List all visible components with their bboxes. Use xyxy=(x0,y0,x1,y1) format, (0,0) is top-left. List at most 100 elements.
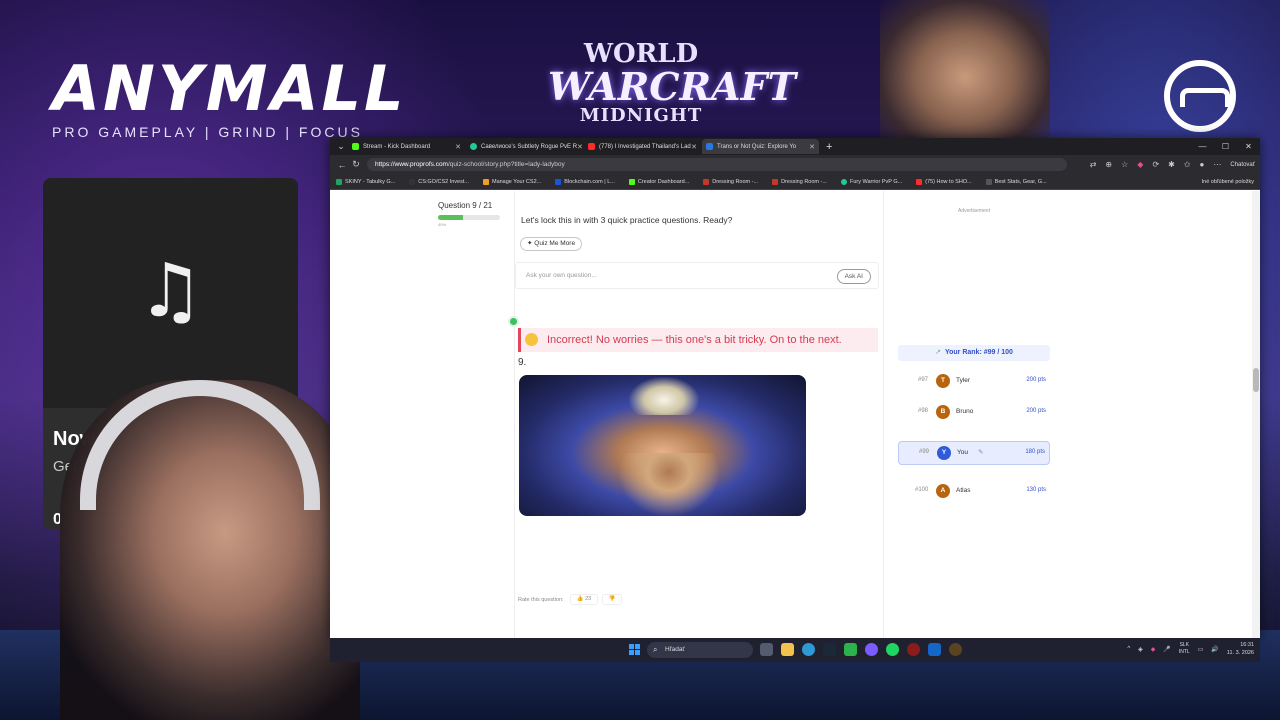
leaderboard-row: #97 T Tyler 200 pts xyxy=(898,370,1050,392)
clock-time: 16:31 xyxy=(1240,642,1254,648)
windows-taskbar: ⌕ Hľadať ^ ◈ ◆ 🎤 SLK INTL ▭ 🔊 16:31 11. 3.… xyxy=(330,638,1260,662)
tab-kick-dashboard[interactable]: Stream - Kick Dashboard ✕ xyxy=(348,139,465,154)
task-view-icon[interactable] xyxy=(760,643,773,656)
ask-question-input[interactable]: Ask your own question... xyxy=(526,272,597,279)
tray-app-icon[interactable]: ◆ xyxy=(1151,646,1156,653)
tab-favicon-icon xyxy=(588,143,595,150)
edit-name-pencil-icon[interactable]: ✎ xyxy=(978,448,983,456)
bookmark-item[interactable]: Fury Warrior PvP G... xyxy=(840,178,902,185)
input-language[interactable]: SLK INTL xyxy=(1179,642,1190,656)
quiz-me-more-button[interactable]: ✦ Quiz Me More xyxy=(520,237,583,251)
leaderboard-title: ↗ Your Rank: #99 / 100 xyxy=(898,345,1050,361)
player-points: 200 pts xyxy=(1026,377,1046,383)
tab-label: (778) I Investigated Thailand's Lad xyxy=(599,143,691,150)
player-name: Bruno xyxy=(956,408,974,415)
play-icon[interactable] xyxy=(844,643,857,656)
zoom-icon[interactable]: ⊕ xyxy=(1105,160,1112,169)
player-name: Atlas xyxy=(956,487,971,494)
bookmark-item[interactable]: (75) How to SHO... xyxy=(916,178,972,185)
bookmark-favicon-icon xyxy=(409,178,416,185)
avatar: T xyxy=(936,374,950,388)
player-name: Tyler xyxy=(956,377,971,384)
player-points: 130 pts xyxy=(1026,487,1046,493)
url-input[interactable]: https://www.proprofs.com/quiz-school/sto… xyxy=(367,158,1067,171)
ask-question-box: Ask your own question... Ask AI xyxy=(515,262,879,289)
status-dot-icon xyxy=(508,316,519,327)
tab-favicon-icon xyxy=(470,143,477,150)
volume-icon[interactable]: 🔊 xyxy=(1211,646,1218,653)
taskbar-search-label: Hľadať xyxy=(665,646,685,653)
tab-trans-quiz[interactable]: Trans or Not Quiz: Explore Yo ✕ xyxy=(702,139,819,154)
back-arrow-icon[interactable]: ← xyxy=(335,160,349,170)
clock[interactable]: 16:31 11. 3. 2026 xyxy=(1227,641,1254,657)
translate-icon[interactable]: ⇄ xyxy=(1090,160,1097,169)
microphone-icon[interactable]: 🎤 xyxy=(1163,646,1170,653)
progress-label: Question 9 / 21 xyxy=(438,201,493,210)
thumbs-down-button[interactable]: 👎 xyxy=(602,594,622,605)
maximize-icon[interactable]: ☐ xyxy=(1214,142,1237,151)
channel-logo-icon xyxy=(1164,60,1236,132)
tab-list-chevron-icon[interactable]: ⌄ xyxy=(334,141,348,152)
bookmark-item[interactable]: Best Stats, Gear, G... xyxy=(985,178,1047,185)
tray-chevron-icon[interactable]: ^ xyxy=(1127,646,1130,652)
bookmark-favicon-icon xyxy=(772,178,779,185)
rate-question-label: Rate this question: xyxy=(518,597,564,603)
bookmark-item[interactable]: Dressing Room -... xyxy=(703,178,758,185)
tab-label: Савелиосе's Subtlety Rogue PvE R xyxy=(481,143,578,150)
file-explorer-icon[interactable] xyxy=(781,643,794,656)
battlenet-icon[interactable] xyxy=(928,643,941,656)
favorites-icon[interactable]: ✩ xyxy=(1184,160,1191,169)
practice-prompt: Let's lock this in with 3 quick practice… xyxy=(521,215,733,225)
network-icon[interactable]: ▭ xyxy=(1198,646,1204,653)
ask-ai-button[interactable]: Ask AI xyxy=(836,269,871,284)
game-logo-line2: WARCRAFT xyxy=(548,64,796,109)
tab-close-icon[interactable]: ✕ xyxy=(577,143,583,151)
refresh-extension-icon[interactable]: ⟳ xyxy=(1152,160,1159,169)
brand-title: ANYMALL xyxy=(52,52,407,125)
bookmark-item[interactable]: Dressing Room -... xyxy=(772,178,827,185)
thumbs-up-count: 23 xyxy=(585,596,592,602)
rank-number: #98 xyxy=(918,408,929,414)
tab-close-icon[interactable]: ✕ xyxy=(809,143,815,151)
close-window-icon[interactable]: ✕ xyxy=(1237,142,1260,151)
bookmark-item[interactable]: Creator Dashboard... xyxy=(628,178,689,185)
bookmark-item[interactable]: CS:GO/CS2 Invest... xyxy=(409,178,469,185)
wow-icon[interactable] xyxy=(949,643,962,656)
start-windows-icon[interactable] xyxy=(629,644,641,656)
tab-youtube-video[interactable]: (778) I Investigated Thailand's Lad ✕ xyxy=(584,139,701,154)
page-scrollbar[interactable] xyxy=(1252,191,1260,638)
obs-icon[interactable] xyxy=(907,643,920,656)
other-bookmarks-folder[interactable]: Iné obľúbené položky xyxy=(1202,179,1254,185)
reload-icon[interactable]: ↻ xyxy=(349,159,363,170)
edge-browser-icon[interactable] xyxy=(802,643,815,656)
bookmark-item[interactable]: Blockchain.com | L... xyxy=(555,178,615,185)
address-bar-icons: ⇄ ⊕ ☆ ◆ ⟳ ✱ ✩ ● ⋯ Chatovať xyxy=(1090,160,1255,169)
advertisement-label: Advertisement xyxy=(958,208,990,214)
player-points: 200 pts xyxy=(1026,408,1046,414)
address-bar-row: ← ↻ https://www.proprofs.com/quiz-school… xyxy=(330,155,1260,174)
tray-app-icon[interactable]: ◈ xyxy=(1138,646,1143,653)
menu-dots-icon[interactable]: ⋯ xyxy=(1213,160,1221,169)
game-logo-line3: MIDNIGHT xyxy=(579,105,703,126)
tab-close-icon[interactable]: ✕ xyxy=(455,143,461,151)
tab-subtlety-rogue[interactable]: Савелиосе's Subtlety Rogue PvE R ✕ xyxy=(466,139,583,154)
tab-close-icon[interactable]: ✕ xyxy=(691,143,697,151)
new-tab-icon[interactable]: + xyxy=(826,141,832,153)
thumbs-up-button[interactable]: 👍 23 xyxy=(570,594,598,605)
steam-icon[interactable] xyxy=(823,643,836,656)
bookmark-favicon-icon xyxy=(703,178,710,185)
bookmark-item[interactable]: SKINY - Tabulky G... xyxy=(336,178,395,185)
bookmark-star-icon[interactable]: ☆ xyxy=(1121,160,1128,169)
spotify-icon[interactable] xyxy=(886,643,899,656)
bookmark-item[interactable]: Manage Your CS2... xyxy=(482,178,541,185)
shield-icon[interactable]: ◆ xyxy=(1137,160,1143,169)
leaderboard-row-current-user: #99 Y You ✎ 180 pts xyxy=(898,441,1050,465)
copilot-chat-button[interactable]: Chatovať xyxy=(1230,162,1255,168)
scrollbar-thumb[interactable] xyxy=(1253,368,1259,392)
bookmarks-bar: SKINY - Tabulky G... CS:GO/CS2 Invest...… xyxy=(330,174,1260,190)
extensions-icon[interactable]: ✱ xyxy=(1168,160,1175,169)
taskbar-search[interactable]: ⌕ Hľadať xyxy=(647,642,753,658)
profile-avatar-icon[interactable]: ● xyxy=(1200,160,1205,169)
minimize-icon[interactable]: — xyxy=(1191,142,1214,151)
discord-icon[interactable] xyxy=(865,643,878,656)
